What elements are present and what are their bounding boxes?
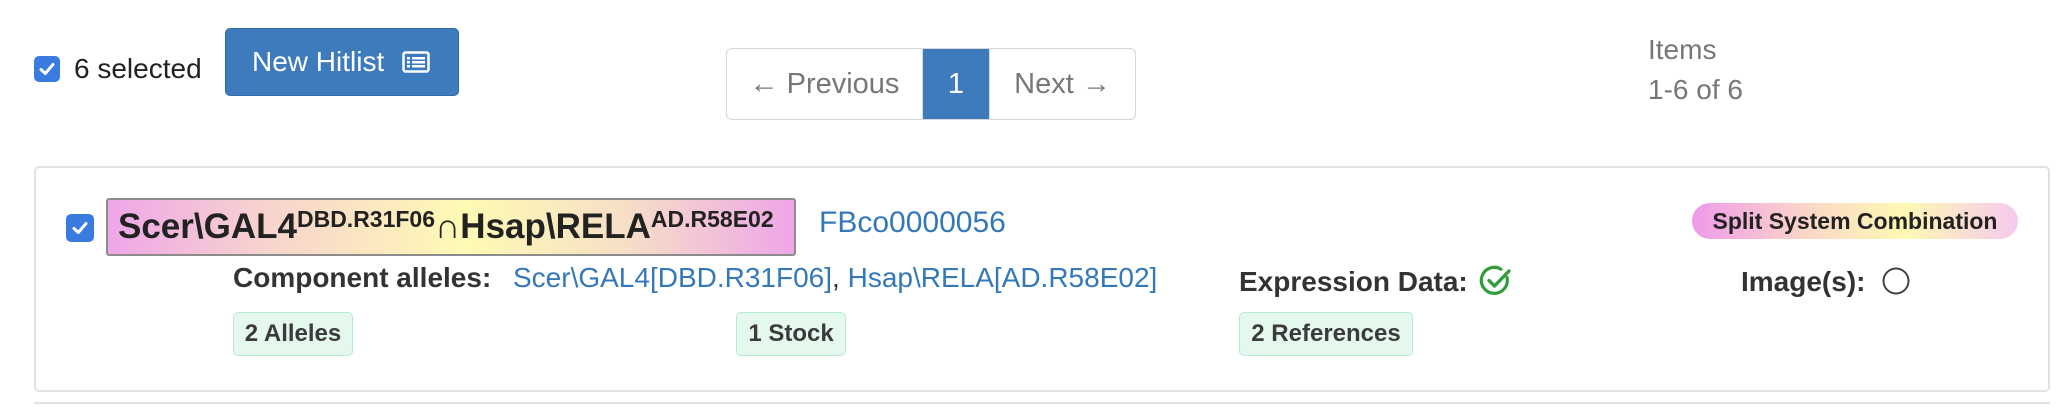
selected-count-label: 6 selected [74, 53, 202, 84]
references-tag[interactable]: 2 References [1239, 312, 1413, 356]
combination-symbol[interactable]: Scer\GAL4 DBD.R31F06 ∩ Hsap\RELA AD.R58E02 [106, 198, 796, 256]
new-hitlist-label: New Hitlist [252, 46, 385, 77]
images-label: Image(s): [1741, 266, 1866, 297]
symbol-part1: Scer\GAL4 [118, 207, 297, 246]
pagination: ← Previous 1 Next → [726, 48, 1136, 120]
new-hitlist-button[interactable]: New Hitlist [225, 28, 459, 96]
empty-circle-icon [1882, 267, 1910, 295]
symbol-part2: Hsap\RELA [460, 207, 651, 246]
list-alt-icon [402, 51, 430, 73]
check-circle-icon [1479, 265, 1511, 295]
next-card-edge [34, 402, 2050, 408]
checkmark-icon [72, 222, 88, 234]
symbol-sup2: AD.R58E02 [650, 205, 774, 232]
current-page-button[interactable]: 1 [923, 49, 989, 119]
component-alleles-label: Component alleles: [233, 262, 492, 293]
items-label: Items [1648, 34, 1717, 65]
stock-tag[interactable]: 1 Stock [736, 312, 846, 356]
symbol-sup1: DBD.R31F06 [296, 205, 436, 232]
alleles-tag[interactable]: 2 Alleles [233, 312, 353, 356]
previous-page-button[interactable]: ← Previous [727, 49, 923, 119]
checkmark-icon [39, 63, 55, 75]
result-select-checkbox[interactable] [66, 214, 94, 242]
expression-data-label: Expression Data: [1239, 266, 1468, 297]
symbol-join: ∩ [435, 207, 461, 246]
component-alleles-list: Scer\GAL4[DBD.R31F06], Hsap\RELA[AD.R58E… [513, 262, 1157, 294]
component-separator: , [832, 262, 840, 293]
fbco-id-link[interactable]: FBco0000056 [819, 206, 1006, 240]
next-page-button[interactable]: Next → [989, 49, 1135, 119]
component-allele-link[interactable]: Hsap\RELA[AD.R58E02] [848, 262, 1158, 293]
items-range: 1-6 of 6 [1648, 74, 1743, 105]
select-all-checkbox[interactable] [34, 56, 60, 82]
type-badge: Split System Combination [1692, 203, 2018, 239]
component-allele-link[interactable]: Scer\GAL4[DBD.R31F06] [513, 262, 832, 293]
